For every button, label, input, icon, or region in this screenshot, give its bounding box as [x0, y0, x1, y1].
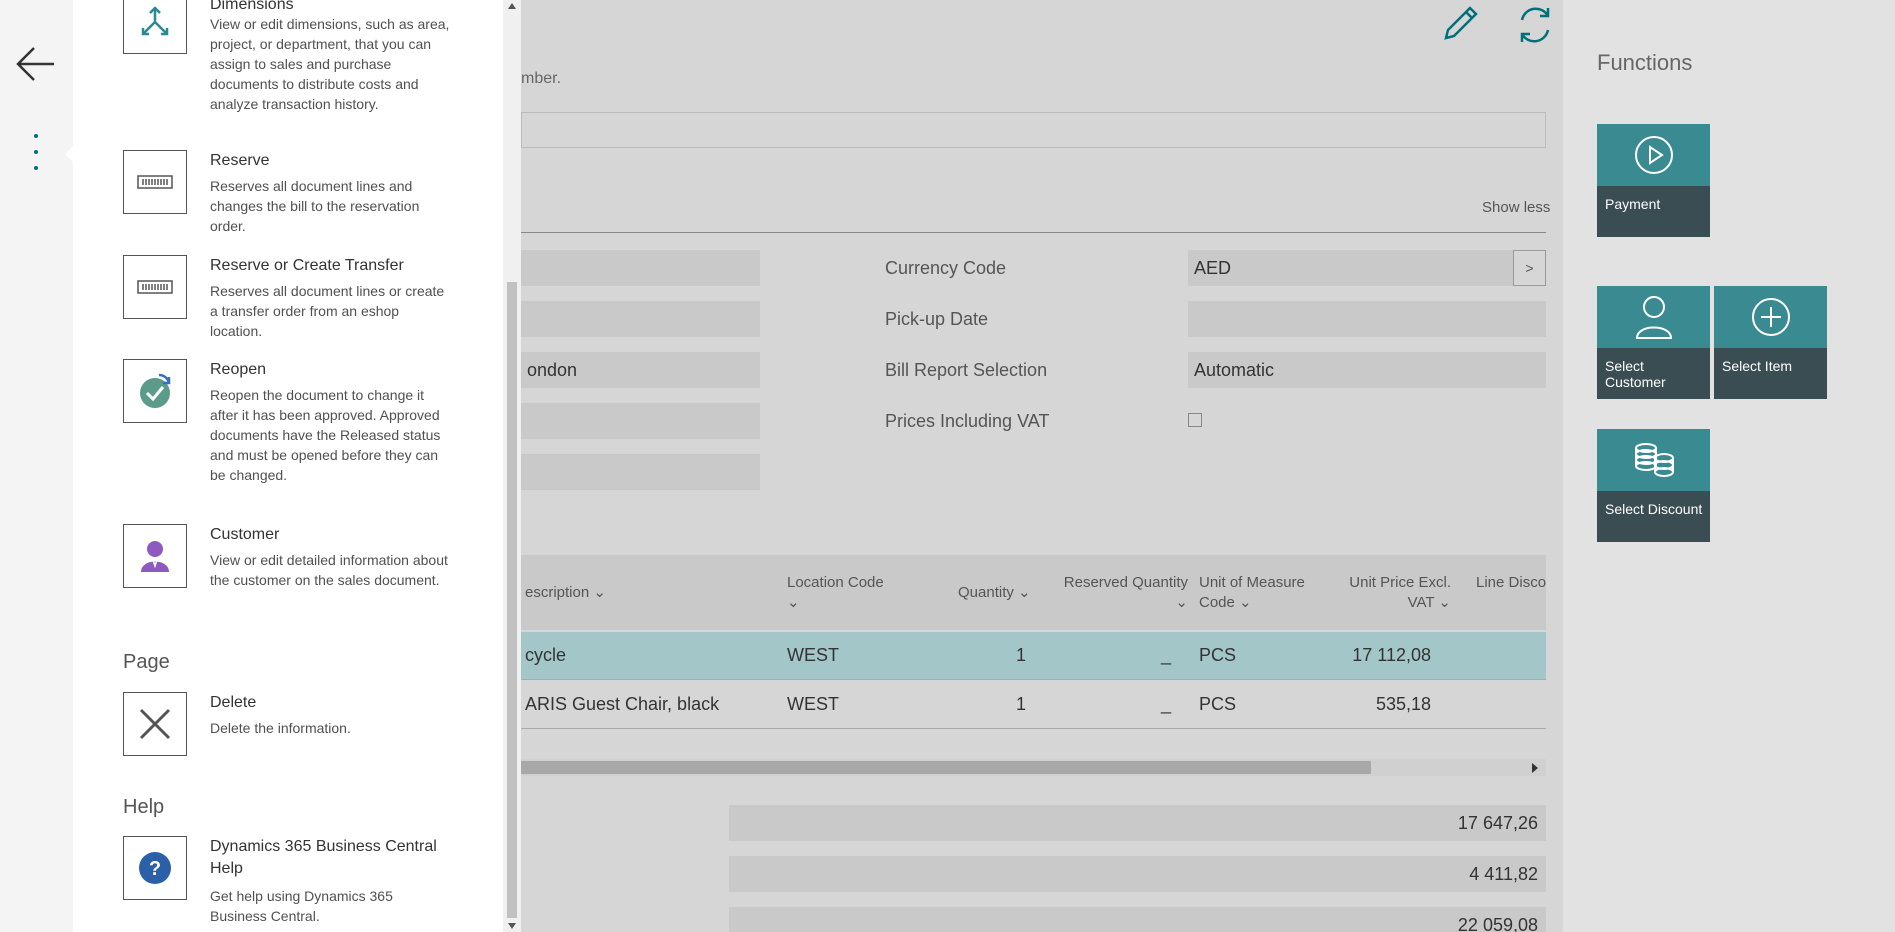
bill-report-selection-label: Bill Report Selection	[885, 360, 1048, 380]
scroll-up-icon[interactable]	[508, 3, 516, 9]
cell-reserved[interactable]: _	[1161, 694, 1171, 715]
select-customer-tile[interactable]: Select Customer	[1597, 286, 1710, 399]
currency-code-field[interactable]: AED	[1188, 250, 1513, 286]
action-title: Customer	[210, 526, 280, 543]
col-line-discount[interactable]: Line Discou	[1476, 573, 1546, 593]
select-item-tile[interactable]: Select Item	[1714, 286, 1827, 399]
field-2[interactable]	[521, 301, 760, 337]
cell-uom[interactable]: PCS	[1199, 645, 1236, 666]
cell-location[interactable]: WEST	[787, 645, 839, 666]
dimensions-icon	[123, 0, 187, 54]
select-discount-tile-label: Select Discount	[1605, 501, 1703, 517]
currency-code-label: Currency Code	[885, 258, 1007, 278]
select-customer-tile-label: Select Customer	[1605, 358, 1666, 390]
col-unit-price[interactable]: Unit Price Excl. VAT ⌄	[1341, 573, 1451, 613]
prices-including-vat-label: Prices Including VAT	[885, 411, 1050, 431]
field-4[interactable]	[521, 403, 760, 439]
section-divider	[521, 232, 1546, 233]
refresh-icon[interactable]	[1512, 2, 1558, 48]
select-item-tile-label: Select Item	[1722, 358, 1793, 374]
action-title: Delete	[210, 694, 257, 711]
total-incl-vat: 22 059,08	[729, 907, 1546, 932]
grid-horizontal-scrollbar[interactable]	[521, 759, 1546, 776]
bill-report-selection-field[interactable]: Automatic	[1188, 352, 1546, 388]
panel-pointer	[65, 146, 73, 162]
scroll-right-icon[interactable]	[1532, 763, 1538, 773]
section-help-heading: Help	[123, 796, 165, 818]
help-icon: ?	[123, 836, 187, 900]
action-description: Reserves all document lines or create a …	[210, 283, 445, 339]
col-location-code[interactable]: Location Code ⌄	[787, 573, 897, 613]
total-vat: 4 411,82	[729, 856, 1546, 892]
cell-description[interactable]: cycle	[525, 645, 566, 666]
action-description: View or edit dimensions, such as area, p…	[210, 16, 450, 112]
currency-lookup-button[interactable]: >	[1513, 250, 1546, 286]
cell-location[interactable]: WEST	[787, 694, 839, 715]
payment-tile-label: Payment	[1605, 196, 1661, 212]
left-rail	[0, 0, 73, 932]
coins-icon	[1634, 443, 1674, 477]
reserve-icon	[123, 150, 187, 214]
delete-icon	[123, 692, 187, 756]
col-quantity[interactable]: Quantity ⌄	[958, 583, 1031, 603]
back-arrow-icon[interactable]	[14, 44, 58, 84]
select-discount-tile[interactable]: Select Discount	[1597, 429, 1710, 542]
action-description: Delete the information.	[210, 720, 351, 736]
action-title: Reserve or Create Transfer	[210, 257, 404, 274]
scrollbar-thumb[interactable]	[521, 761, 1371, 774]
col-unit-of-measure[interactable]: Unit of Measure Code ⌄	[1199, 573, 1309, 613]
scroll-down-icon[interactable]	[508, 923, 516, 929]
action-title: Reserve	[210, 152, 270, 169]
col-description[interactable]: escription ⌄	[525, 583, 606, 603]
field-3[interactable]: ondon	[521, 352, 760, 388]
action-title: Reopen	[210, 361, 267, 378]
cell-unit-price[interactable]: 17 112,08	[1301, 645, 1431, 666]
action-description: View or edit detailed information about …	[210, 552, 448, 588]
action-description: Get help using Dynamics 365 Business Cen…	[210, 888, 393, 924]
svg-text:?: ?	[149, 858, 161, 880]
person-icon	[1635, 296, 1672, 339]
cell-reserved[interactable]: _	[1161, 645, 1171, 666]
cell-quantity[interactable]: 1	[976, 645, 1026, 666]
table-row[interactable]: cycle WEST 1 _ PCS 17 112,08	[521, 632, 1546, 680]
total-excl-vat: 17 647,26	[729, 805, 1546, 841]
cell-quantity[interactable]: 1	[976, 694, 1026, 715]
functions-title: Functions	[1597, 50, 1693, 75]
action-description: Reopen the document to change it after i…	[210, 387, 441, 483]
panel-scrollbar[interactable]	[503, 0, 521, 932]
field-5[interactable]	[521, 454, 760, 490]
payment-tile[interactable]: Payment	[1597, 124, 1710, 237]
plus-circle-icon	[1751, 298, 1790, 336]
col-reserved-quantity[interactable]: Reserved Quantity ⌄	[1063, 573, 1188, 613]
page-hint-text: mber.	[521, 70, 562, 87]
search-field[interactable]	[521, 112, 1546, 148]
cell-unit-price[interactable]: 535,18	[1301, 694, 1431, 715]
field-1[interactable]	[521, 250, 760, 286]
prices-including-vat-checkbox[interactable]	[1188, 413, 1202, 427]
pickup-date-label: Pick-up Date	[885, 309, 989, 329]
actions-panel: Dimensions View or edit dimensions, such…	[73, 0, 521, 932]
cell-uom[interactable]: PCS	[1199, 694, 1236, 715]
action-title: Dynamics 365 Business Central Help	[210, 838, 437, 877]
pickup-date-field[interactable]	[1188, 301, 1546, 337]
play-circle-icon	[1634, 136, 1673, 174]
lines-grid-header: escription ⌄ Location Code ⌄ Quantity ⌄ R…	[521, 555, 1546, 630]
reopen-icon	[123, 359, 187, 423]
table-row[interactable]: ARIS Guest Chair, black WEST 1 _ PCS 535…	[521, 681, 1546, 729]
section-page-heading: Page	[123, 651, 170, 673]
customer-icon	[123, 524, 187, 588]
scrollbar-thumb[interactable]	[507, 282, 517, 918]
cell-description[interactable]: ARIS Guest Chair, black	[525, 694, 719, 715]
more-actions-icon[interactable]	[26, 134, 46, 178]
reserve-transfer-icon	[123, 255, 187, 319]
action-description: Reserves all document lines and changes …	[210, 178, 420, 234]
edit-pencil-icon[interactable]	[1438, 2, 1482, 46]
show-less-link[interactable]: Show less	[1482, 199, 1550, 216]
